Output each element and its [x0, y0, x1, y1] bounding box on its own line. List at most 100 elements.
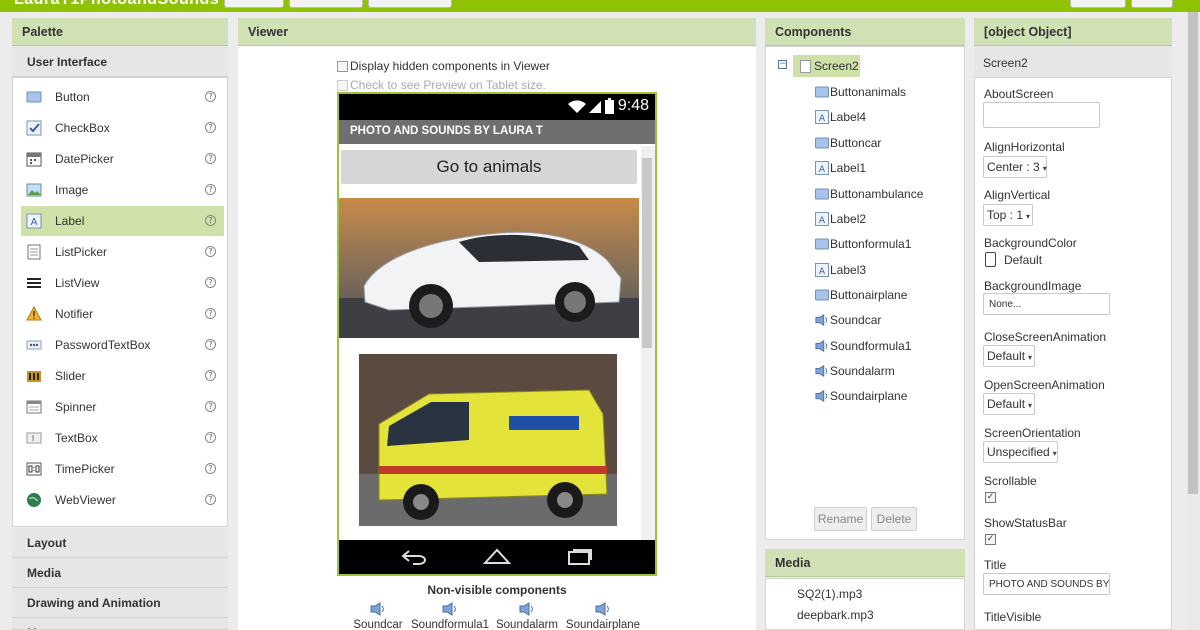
nonvisible-soundformula1[interactable]: Soundformula1 — [410, 602, 490, 630]
tree-node-label2[interactable]: A Label2 — [815, 208, 866, 230]
palette-item-listpicker[interactable]: ListPicker ? — [21, 237, 224, 267]
help-icon[interactable]: ? — [205, 184, 216, 195]
help-icon[interactable]: ? — [205, 153, 216, 164]
nonvisible-soundalarm[interactable]: Soundalarm — [487, 602, 567, 630]
screen-icon — [800, 59, 811, 73]
palette-item-label-component[interactable]: A Label ? — [21, 206, 224, 236]
palette-category-layout[interactable]: Layout — [12, 528, 228, 558]
help-icon[interactable]: ? — [205, 463, 216, 474]
tablet-preview-checkbox[interactable] — [337, 79, 348, 91]
palette-item-textbox[interactable]: I TextBox ? — [21, 423, 224, 453]
remove-screen-button[interactable] — [368, 0, 452, 8]
palette-item-listview[interactable]: ListView ? — [21, 268, 224, 298]
palette-category-media[interactable]: Media — [12, 558, 228, 588]
designer-button[interactable] — [1070, 0, 1126, 8]
tree-node-buttoncar[interactable]: Buttoncar — [815, 132, 881, 154]
help-icon[interactable]: ? — [205, 432, 216, 443]
palette-item-slider[interactable]: Slider ? — [21, 361, 224, 391]
recents-icon[interactable] — [567, 548, 593, 566]
palette-item-spinner[interactable]: Spinner ? — [21, 392, 224, 422]
scrollable-checkbox[interactable]: ✓ — [985, 492, 996, 503]
delete-button[interactable]: Delete — [871, 507, 917, 531]
tree-node-screen2[interactable]: Screen2 — [793, 55, 860, 77]
chevron-down-icon: ▾ — [1042, 164, 1047, 173]
palette-item-label: Button — [55, 90, 90, 104]
go-to-animals-button[interactable]: Go to animals — [341, 150, 637, 184]
palette-category-maps[interactable]: Maps — [12, 618, 228, 630]
tree-node-soundformula1[interactable]: Soundformula1 — [815, 335, 911, 357]
blocks-button[interactable] — [1131, 0, 1173, 8]
palette-category-drawing-animation[interactable]: Drawing and Animation — [12, 588, 228, 618]
tree-node-buttonambulance[interactable]: Buttonambulance — [815, 183, 923, 205]
prop-label-backgroundcolor: BackgroundColor — [984, 236, 1077, 250]
rename-button[interactable]: Rename — [814, 507, 867, 531]
palette-item-timepicker[interactable]: TimePicker ? — [21, 454, 224, 484]
tree-node-label4[interactable]: A Label4 — [815, 106, 866, 128]
help-icon[interactable]: ? — [205, 494, 216, 505]
palette-item-label: CheckBox — [55, 121, 110, 135]
tablet-preview-checkbox-row[interactable]: Check to see Preview on Tablet size. — [337, 78, 546, 92]
tree-node-label3[interactable]: A Label3 — [815, 259, 866, 281]
display-hidden-checkbox-row[interactable]: Display hidden components in Viewer — [337, 59, 550, 73]
help-icon[interactable]: ? — [205, 401, 216, 412]
closeanimation-dropdown[interactable]: Default ▾ — [983, 345, 1035, 367]
tree-node-label: Soundformula1 — [830, 339, 912, 353]
display-hidden-checkbox[interactable] — [337, 60, 348, 72]
title-input[interactable]: PHOTO AND SOUNDS BY — [983, 573, 1110, 595]
prop-label-aboutscreen: AboutScreen — [984, 87, 1054, 101]
palette-item-passwordtextbox[interactable]: PasswordTextBox ? — [21, 330, 224, 360]
color-swatch[interactable] — [985, 252, 996, 267]
palette-item-image[interactable]: Image ? — [21, 175, 224, 205]
label-icon: A — [815, 110, 829, 124]
tree-node-buttonformula1[interactable]: Buttonformula1 — [815, 233, 911, 255]
screen-select-button[interactable] — [224, 0, 284, 8]
aboutscreen-textarea[interactable] — [983, 102, 1100, 128]
prop-label-alignvertical: AlignVertical — [984, 188, 1051, 202]
warning-icon — [26, 306, 42, 321]
tree-node-label: Soundairplane — [830, 389, 908, 403]
help-icon[interactable]: ? — [205, 91, 216, 102]
backgroundcolor-value[interactable]: Default — [1004, 253, 1042, 267]
palette-item-datepicker[interactable]: DatePicker ? — [21, 144, 224, 174]
nonvisible-soundairplane[interactable]: Soundairplane — [563, 602, 643, 630]
tree-node-buttonanimals[interactable]: Buttonanimals — [815, 81, 906, 103]
palette-item-checkbox[interactable]: CheckBox ? — [21, 113, 224, 143]
properties-header: [object Object] — [974, 18, 1172, 46]
page-scrollbar[interactable] — [1186, 12, 1200, 630]
media-file[interactable]: deepbark.mp3 — [797, 608, 874, 622]
alignvertical-dropdown[interactable]: Top : 1 ▾ — [983, 204, 1033, 226]
help-icon[interactable]: ? — [205, 308, 216, 319]
palette-item-webviewer[interactable]: WebViewer ? — [21, 485, 224, 515]
back-icon[interactable] — [401, 549, 427, 565]
help-icon[interactable]: ? — [205, 122, 216, 133]
tree-node-buttonairplane[interactable]: Buttonairplane — [815, 284, 907, 306]
wifi-icon — [568, 100, 586, 113]
add-screen-button[interactable] — [289, 0, 363, 8]
page-scrollbar-thumb[interactable] — [1188, 12, 1198, 494]
phone-status-bar: 9:48 — [339, 94, 655, 120]
phone-scrollbar-thumb[interactable] — [642, 158, 652, 348]
nonvisible-soundcar[interactable]: Soundcar — [338, 602, 418, 630]
openanimation-dropdown[interactable]: Default ▾ — [983, 393, 1035, 415]
collapse-icon[interactable]: − — [778, 60, 787, 69]
tree-node-label1[interactable]: A Label1 — [815, 157, 866, 179]
help-icon[interactable]: ? — [205, 215, 216, 226]
tree-node-soundcar[interactable]: Soundcar — [815, 309, 881, 331]
alignhorizontal-dropdown[interactable]: Center : 3 ▾ — [983, 156, 1047, 178]
media-file[interactable]: SQ2(1).mp3 — [797, 587, 862, 601]
help-icon[interactable]: ? — [205, 277, 216, 288]
screenorientation-dropdown[interactable]: Unspecified ▾ — [983, 441, 1058, 463]
home-icon[interactable] — [483, 547, 511, 565]
palette-category-user-interface[interactable]: User Interface — [12, 47, 228, 77]
help-icon[interactable]: ? — [205, 246, 216, 257]
palette-item-button[interactable]: Button ? — [21, 82, 224, 112]
palette-item-notifier[interactable]: Notifier ? — [21, 299, 224, 329]
help-icon[interactable]: ? — [205, 339, 216, 350]
tree-node-soundairplane[interactable]: Soundairplane — [815, 385, 907, 407]
tree-node-soundalarm[interactable]: Soundalarm — [815, 360, 895, 382]
backgroundimage-picker[interactable]: None... — [983, 293, 1110, 315]
phone-nav-bar — [339, 540, 655, 574]
help-icon[interactable]: ? — [205, 370, 216, 381]
showstatusbar-checkbox[interactable]: ✓ — [985, 534, 996, 545]
palette-item-label: TextBox — [55, 431, 98, 445]
